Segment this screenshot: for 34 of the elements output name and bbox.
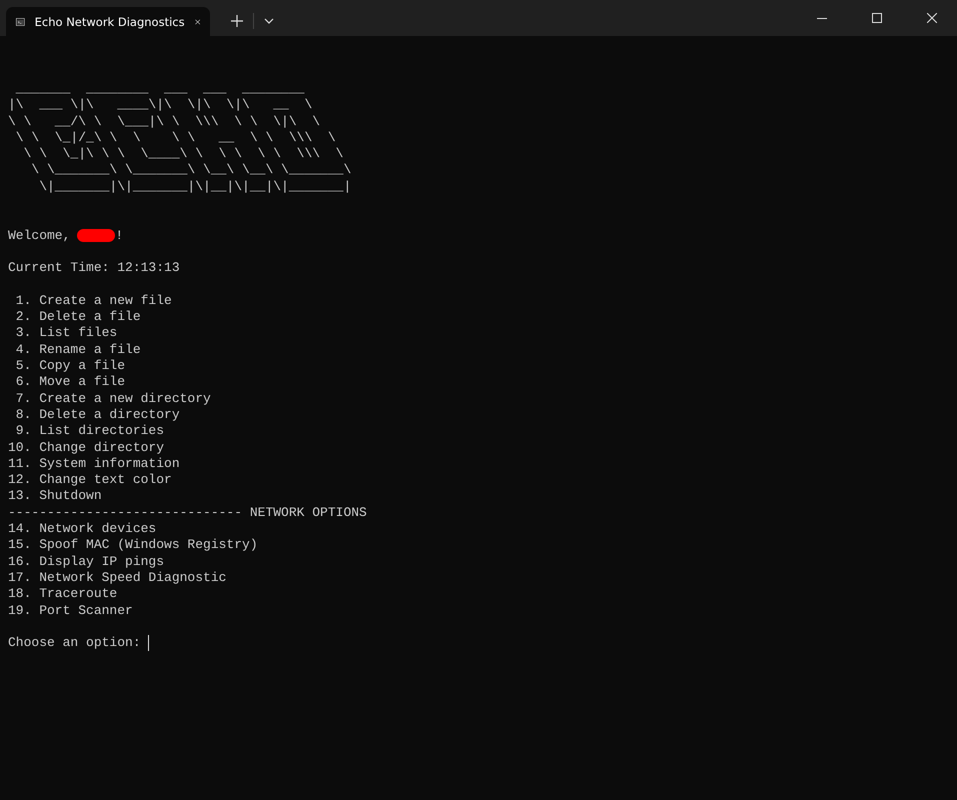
new-tab-icon[interactable] (231, 15, 243, 27)
close-tab-icon[interactable] (194, 16, 200, 26)
redaction-mark (77, 229, 116, 242)
text-cursor (148, 635, 150, 652)
menu-line: 1. Create a new file (14, 292, 172, 310)
maximize-icon[interactable] (872, 13, 882, 23)
menu-line: 8. Delete a directory (14, 406, 180, 424)
menu-line: 16. Display IP pings (8, 554, 164, 570)
menu-line: 7. Create a new directory (14, 390, 211, 407)
welcome-text: Welcome, (8, 228, 70, 244)
menu-line: 18. Traceroute (8, 586, 118, 602)
menu-line: 2. Delete a file (14, 309, 141, 326)
terminal-tab[interactable]: Echo Network Diagnostics (6, 7, 210, 36)
menu-line: 19. Port Scanner (8, 602, 133, 619)
menu-line: 9. List directories (14, 423, 164, 440)
menu-line: 15. Spoof MAC (Windows Registry) (8, 537, 258, 554)
welcome-exclamation: ! (115, 228, 124, 244)
menu-line: 12. Change text color (8, 472, 172, 488)
dropdown-chevron-icon[interactable] (264, 18, 274, 24)
current-time-text: Current Time: 12:13:13 (8, 260, 180, 277)
menu-line: 11. System information (8, 456, 180, 472)
menu-line: 13. Shutdown (8, 488, 102, 505)
prompt-text: Choose an option: (8, 635, 142, 652)
ascii-art-title: _______ ________ ___ ___ ________ |\ ___ \|\ ____\|\ \|\ \|\ __ \ \ \ __/\ \ \___|\ \ \\\ \ \ \|\ \ \ \ \_|/_\ \ \ \ \ __ \ \ \\\ \ \ \ \_|\ \ \ \____\ \ \ \ \ \ \\\ \ \ \_______\ \_______\ \__\ \__\ \_______\ \|_______|\|_______|\|__|\|__|\|_______| (8, 81, 352, 196)
menu-line: 5. Copy a file (14, 358, 126, 374)
menu-line: 4. Rename a file (14, 342, 141, 358)
menu-line: 10. Change directory (8, 440, 164, 456)
menu-line: 17. Network Speed Diagnostic (8, 570, 226, 586)
menu-line: 14. Network devices (8, 521, 156, 538)
menu-line: ------------------------------ NETWORK OPTIONS (8, 504, 367, 522)
menu-line: 3. List files (14, 325, 118, 342)
menu-line: 6. Move a file (14, 374, 126, 391)
tab-title: Echo Network Diagnostics (34, 14, 185, 28)
close-window-icon[interactable] (927, 13, 937, 23)
